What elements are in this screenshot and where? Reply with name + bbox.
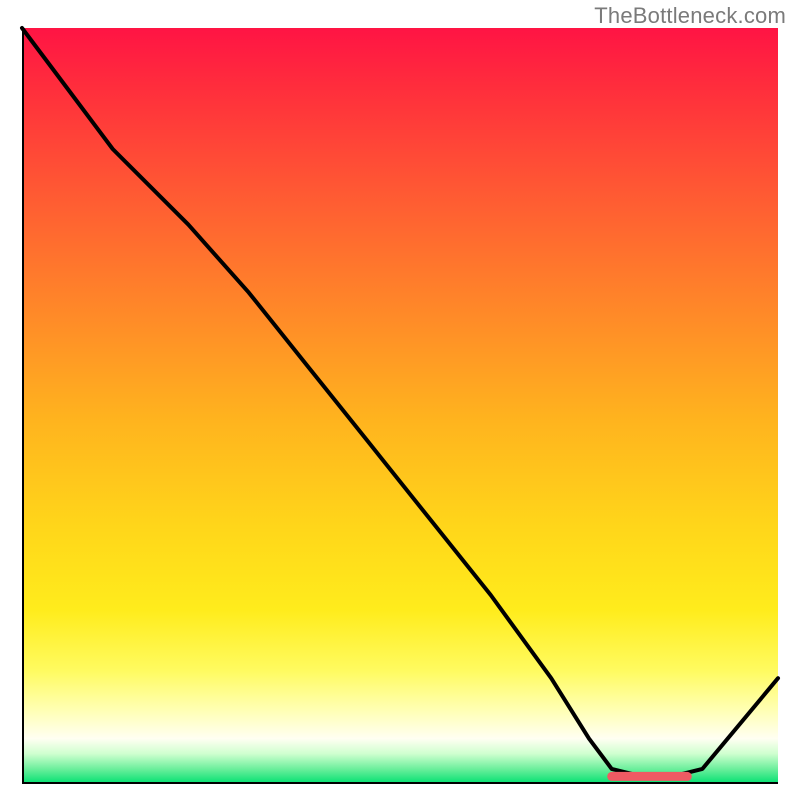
attribution-text: TheBottleneck.com bbox=[594, 3, 786, 29]
chart-wrap: TheBottleneck.com bbox=[0, 0, 800, 800]
chart-svg bbox=[22, 28, 778, 784]
plot-area bbox=[22, 28, 778, 784]
bottleneck-curve bbox=[22, 28, 778, 776]
